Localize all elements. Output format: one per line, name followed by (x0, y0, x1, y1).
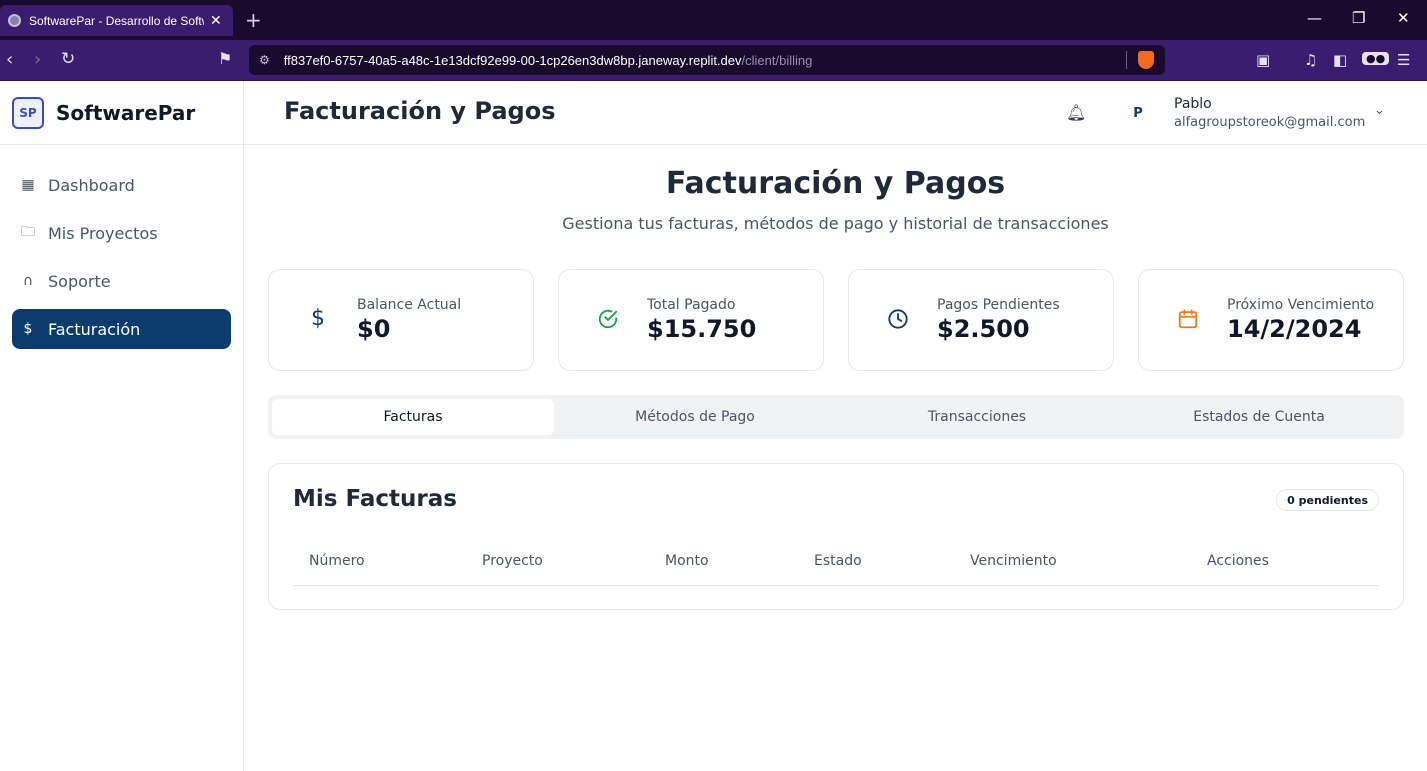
folder-icon: 🗀 (21, 224, 35, 240)
url-host: ff837ef0-6757-40a5-a48c-1e13dcf92e99-00-… (283, 52, 742, 68)
user-email: alfagroupstoreok@gmail.com (1174, 115, 1366, 130)
globe-icon (8, 14, 21, 27)
sidebar-nav: ▦ Dashboard 🗀 Mis Proyectos ∩ Soporte $ … (0, 145, 243, 349)
restore-icon[interactable]: ❐ (1352, 9, 1365, 27)
column-header-actions[interactable]: Acciones (1207, 553, 1269, 569)
stat-label: Balance Actual (357, 297, 462, 313)
stat-card-next-due: Próximo Vencimiento 14/2/2024 (1138, 269, 1404, 371)
status-badge: 0 pendientes (1276, 489, 1379, 511)
url-divider (1126, 51, 1127, 69)
url-path: /client/billing (741, 52, 813, 68)
tab-statements[interactable]: Estados de Cuenta (1118, 399, 1400, 435)
bookmark-icon[interactable]: ⚑ (218, 49, 232, 68)
invoice-icon: $ (23, 321, 33, 337)
stat-card-paid: Total Pagado $15.750 (558, 269, 824, 371)
stat-value: $0 (357, 315, 391, 343)
close-tab-icon[interactable]: ✕ (210, 13, 222, 29)
sidebar-item-label: Dashboard (48, 175, 135, 195)
user-name: Pablo (1174, 96, 1212, 112)
column-header-amount[interactable]: Monto (665, 553, 709, 569)
reader-icon[interactable]: ▣ (1256, 51, 1270, 69)
sidebar-item-label: Soporte (48, 271, 111, 291)
stat-card-pending: Pagos Pendientes $2.500 (848, 269, 1114, 371)
invoices-table-header: Número Proyecto Monto Estado Vencimiento… (293, 540, 1379, 586)
chevron-down-icon[interactable]: ⌄ (1374, 103, 1385, 118)
invoices-card: Mis Facturas 0 pendientes Número Proyect… (268, 463, 1404, 610)
stat-label: Total Pagado (647, 297, 736, 313)
tab-transactions[interactable]: Transacciones (836, 399, 1118, 435)
billing-tabs: Facturas Métodos de Pago Transacciones E… (268, 395, 1404, 439)
browser-tab[interactable]: SoftwarePar - Desarrollo de Software ✕ (0, 5, 233, 36)
sidebar-item-dashboard[interactable]: ▦ Dashboard (12, 165, 231, 205)
brave-shield-icon[interactable] (1138, 51, 1154, 69)
invoices-title: Mis Facturas (293, 486, 457, 512)
new-tab-icon[interactable]: + (245, 8, 262, 32)
back-icon[interactable]: ‹ (6, 49, 13, 70)
dollar-icon: $ (311, 306, 325, 331)
clock-icon (887, 308, 909, 330)
stat-label: Próximo Vencimiento (1227, 297, 1375, 313)
headphones-icon: ∩ (22, 273, 34, 289)
page-title: Facturación y Pagos (284, 97, 556, 125)
sidebar-item-support[interactable]: ∩ Soporte (12, 261, 231, 301)
menu-icon[interactable]: ☰ (1397, 51, 1410, 69)
brand-logo: SP (12, 96, 44, 129)
minimize-icon[interactable]: — (1307, 9, 1322, 27)
stat-value: $15.750 (647, 315, 757, 343)
column-header-status[interactable]: Estado (814, 553, 862, 569)
sidebar-toggle-icon[interactable]: ◧ (1333, 51, 1347, 69)
main-subtitle: Gestiona tus facturas, métodos de pago y… (562, 214, 1109, 233)
top-header: Facturación y Pagos 🔔︎ P Pablo alfagroup… (244, 81, 1427, 145)
column-header-project[interactable]: Proyecto (482, 553, 543, 569)
sidebar-item-label: Facturación (48, 319, 141, 339)
extension-icon[interactable]: ●● (1362, 52, 1390, 65)
media-icon[interactable]: ♫ (1304, 51, 1317, 69)
column-header-due-date[interactable]: Vencimiento (970, 553, 1057, 569)
stat-value: $2.500 (937, 315, 1030, 343)
sidebar-item-projects[interactable]: 🗀 Mis Proyectos (12, 213, 231, 253)
grid-icon: ▦ (21, 177, 35, 193)
brand-name: SoftwarePar (56, 100, 196, 125)
url-bar[interactable]: ⚙ ff837ef0-6757-40a5-a48c-1e13dcf92e99-0… (249, 45, 1165, 75)
column-header-number[interactable]: Número (309, 553, 365, 569)
browser-tab-bar: SoftwarePar - Desarrollo de Software ✕ +… (0, 0, 1427, 40)
brand[interactable]: SP SoftwarePar (0, 81, 243, 145)
main-title: Facturación y Pagos (665, 166, 1006, 201)
browser-tab-title: SoftwarePar - Desarrollo de Software (29, 13, 204, 28)
check-circle-icon (597, 308, 619, 330)
stat-value: 14/2/2024 (1227, 315, 1362, 343)
sidebar-item-label: Mis Proyectos (48, 223, 158, 243)
close-window-icon[interactable]: ✕ (1397, 9, 1410, 27)
reload-icon[interactable]: ↻ (61, 49, 75, 69)
avatar[interactable]: P (1122, 97, 1154, 129)
url-text: ff837ef0-6757-40a5-a48c-1e13dcf92e99-00-… (284, 53, 813, 68)
sidebar-item-billing[interactable]: $ Facturación (12, 309, 231, 349)
stat-label: Pagos Pendientes (937, 297, 1060, 313)
tab-payment-methods[interactable]: Métodos de Pago (554, 399, 836, 435)
calendar-icon (1177, 308, 1199, 330)
forward-icon[interactable]: › (34, 49, 41, 70)
sidebar: SP SoftwarePar ▦ Dashboard 🗀 Mis Proyect… (0, 81, 244, 771)
site-settings-icon[interactable]: ⚙ (259, 53, 270, 67)
stat-card-balance: $ Balance Actual $0 (268, 269, 534, 371)
bell-icon[interactable]: 🔔︎ (1066, 103, 1086, 122)
tab-invoices[interactable]: Facturas (272, 399, 554, 435)
browser-toolbar: ‹ › ↻ ⚑ ⚙ ff837ef0-6757-40a5-a48c-1e13dc… (0, 40, 1427, 81)
